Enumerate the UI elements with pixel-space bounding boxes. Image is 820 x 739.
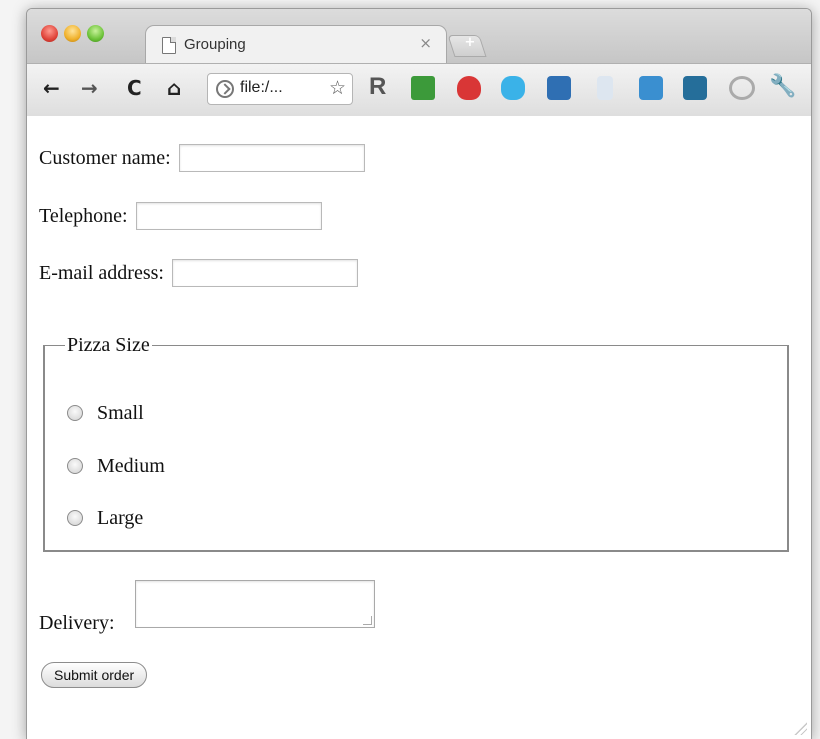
email-row: E-mail address: bbox=[39, 259, 358, 287]
sync-extension-icon[interactable] bbox=[729, 76, 755, 100]
tab-grouping[interactable]: Grouping × bbox=[145, 25, 447, 64]
resize-grip-icon[interactable] bbox=[793, 721, 807, 735]
email-label: E-mail address: bbox=[39, 261, 164, 284]
tab-close-icon[interactable]: × bbox=[419, 34, 432, 52]
delivery-textarea[interactable] bbox=[135, 580, 375, 628]
submit-order-button[interactable]: Submit order bbox=[41, 662, 148, 688]
email-input[interactable] bbox=[171, 259, 358, 287]
radio-option-small[interactable]: Small bbox=[67, 401, 144, 425]
download-extension-icon[interactable] bbox=[547, 76, 571, 100]
customer-name-row: Customer name: bbox=[39, 144, 365, 172]
browser-window: Grouping × + ← → C ⌂ file:/... ☆ R 🔧 Cus… bbox=[26, 8, 812, 739]
plus-icon: + bbox=[464, 35, 476, 50]
radio-medium[interactable] bbox=[67, 458, 83, 475]
pizza-size-fieldset: Pizza Size Small Medium Large bbox=[43, 334, 789, 552]
r-extension-icon[interactable]: R bbox=[369, 73, 393, 100]
address-bar[interactable]: file:/... ☆ bbox=[207, 73, 353, 105]
home-button[interactable]: ⌂ bbox=[167, 76, 181, 100]
extension-icon-green[interactable] bbox=[411, 76, 435, 100]
tab-title: Grouping bbox=[184, 36, 246, 53]
customer-name-input[interactable] bbox=[178, 144, 365, 172]
browser-toolbar: ← → C ⌂ file:/... ☆ R 🔧 bbox=[27, 63, 811, 117]
wrench-icon[interactable]: 🔧 bbox=[769, 74, 796, 99]
telephone-input[interactable] bbox=[135, 202, 322, 230]
title-bar: Grouping × + bbox=[27, 9, 811, 64]
bookmark-star-icon[interactable]: ☆ bbox=[329, 77, 346, 99]
radio-small-label: Small bbox=[97, 401, 144, 424]
back-button[interactable]: ← bbox=[43, 76, 60, 100]
globe-icon bbox=[216, 80, 234, 98]
zoom-window-button[interactable] bbox=[87, 25, 104, 42]
minimize-window-button[interactable] bbox=[64, 25, 81, 42]
page-content: Customer name: Telephone: E-mail address… bbox=[27, 116, 811, 739]
document-extension-icon[interactable] bbox=[597, 76, 613, 100]
chat-extension-icon[interactable] bbox=[639, 76, 663, 100]
magnet-extension-icon[interactable] bbox=[457, 76, 481, 100]
telephone-row: Telephone: bbox=[39, 202, 322, 230]
reload-button[interactable]: C bbox=[127, 76, 142, 100]
telephone-label: Telephone: bbox=[39, 204, 128, 227]
radio-large-label: Large bbox=[97, 506, 144, 529]
radio-large[interactable] bbox=[67, 510, 83, 527]
radio-option-large[interactable]: Large bbox=[67, 506, 143, 530]
page-icon bbox=[162, 37, 176, 54]
twitter-extension-icon[interactable] bbox=[501, 76, 525, 100]
pizza-size-legend: Pizza Size bbox=[67, 334, 150, 356]
delivery-label: Delivery: bbox=[39, 612, 115, 634]
radio-small[interactable] bbox=[67, 405, 83, 422]
forward-button[interactable]: → bbox=[81, 76, 98, 100]
customer-name-label: Customer name: bbox=[39, 146, 171, 169]
radio-medium-label: Medium bbox=[97, 454, 165, 477]
terminal-extension-icon[interactable] bbox=[683, 76, 707, 100]
address-text: file:/... bbox=[240, 79, 283, 96]
radio-option-medium[interactable]: Medium bbox=[67, 454, 165, 478]
close-window-button[interactable] bbox=[41, 25, 58, 42]
